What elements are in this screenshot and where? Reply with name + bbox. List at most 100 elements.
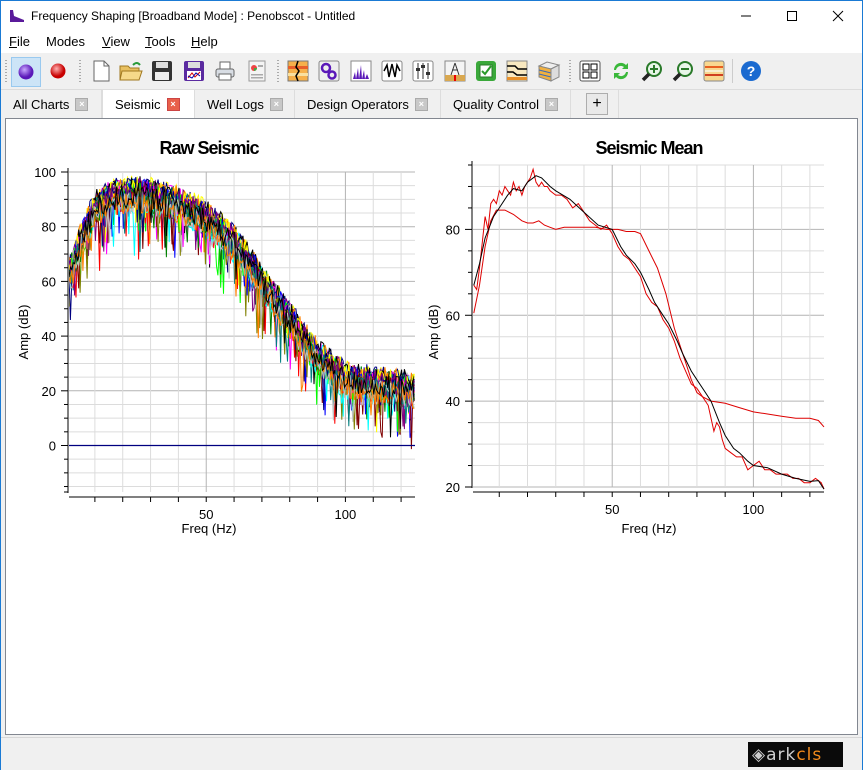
minimize-icon [741, 15, 751, 17]
chart-seismic-mean: 20 40 60 80 50 100 Seismic Mean Freq (Hz) Amp (d… [426, 138, 825, 536]
seismic-section-button[interactable] [285, 58, 311, 84]
x-axis-label: Freq (Hz) [622, 521, 677, 536]
toolbar-grip[interactable] [5, 60, 7, 82]
plot-area [473, 167, 825, 490]
print-icon [215, 61, 235, 81]
maximize-button[interactable] [769, 1, 815, 31]
menu-view[interactable]: View [102, 34, 130, 49]
tab-close-icon[interactable]: × [166, 98, 180, 111]
tab-label: Well Logs [207, 96, 264, 112]
close-button[interactable] [815, 1, 861, 31]
logo-prefix: ◈ark [752, 744, 797, 765]
menu-modes[interactable]: Modes [46, 34, 85, 49]
tab-close-icon[interactable]: × [544, 97, 558, 111]
refresh-icon [613, 62, 629, 80]
tab-seismic[interactable]: Seismic × [102, 89, 195, 119]
well-button[interactable] [442, 58, 468, 84]
save-icon [152, 61, 172, 81]
chart-raw-seismic: 0 20 40 60 80 100 50 100 Raw Seismic Freq (Hz) Amp… [16, 138, 415, 536]
zoom-in-icon [641, 61, 662, 82]
menu-bar: File Modes View Tools Help [1, 31, 862, 53]
y-tick-label: 60 [446, 308, 460, 323]
report-icon [248, 60, 266, 82]
toolbar-grip[interactable] [569, 60, 571, 82]
y-tick-label: 80 [42, 220, 56, 235]
status-bar [1, 737, 862, 770]
y-axis-label: Amp (dB) [16, 305, 31, 360]
zoom-out-icon [672, 61, 693, 82]
spectrum-button[interactable] [348, 58, 374, 84]
horizon-button[interactable] [504, 58, 530, 84]
close-icon [832, 10, 844, 22]
record-red-button[interactable] [45, 58, 71, 84]
menu-file[interactable]: File [9, 34, 30, 49]
open-folder-button[interactable] [118, 58, 144, 84]
y-tick-label: 100 [34, 165, 56, 180]
tab-close-icon[interactable]: × [269, 97, 283, 111]
gears-button[interactable] [316, 58, 342, 84]
equalizer-button[interactable] [410, 58, 436, 84]
y-tick-label: 40 [42, 329, 56, 344]
x-tick-label: 100 [335, 507, 357, 522]
menu-tools[interactable]: Tools [145, 34, 175, 49]
x-tick-label: 100 [743, 502, 765, 517]
seismic-section-icon [287, 60, 309, 82]
cube-icon [537, 61, 561, 82]
y-tick-label: 20 [42, 384, 56, 399]
color-bar-button[interactable] [701, 58, 727, 84]
title-bar: Frequency Shaping [Broadband Mode] : Pen… [1, 1, 862, 31]
checkbox-button[interactable] [473, 58, 499, 84]
chart-title: Raw Seismic [159, 138, 259, 158]
report-button[interactable] [244, 58, 270, 84]
wavelet-button[interactable] [379, 58, 405, 84]
tab-quality-control[interactable]: Quality Control × [441, 90, 571, 118]
new-document-button[interactable] [88, 58, 114, 84]
record-red-icon [50, 63, 66, 79]
save-button[interactable] [149, 58, 175, 84]
tab-design-operators[interactable]: Design Operators × [295, 90, 441, 118]
cube-button[interactable] [536, 58, 562, 84]
new-document-icon [93, 60, 110, 82]
grid-layout-icon [579, 60, 601, 82]
refresh-button[interactable] [608, 58, 634, 84]
save-chart-icon [184, 61, 204, 81]
y-tick-label: 60 [42, 274, 56, 289]
tab-well-logs[interactable]: Well Logs × [195, 90, 295, 118]
spectrum-icon [350, 60, 372, 82]
plot-area [69, 175, 415, 450]
maximize-icon [787, 11, 797, 21]
tab-label: Quality Control [453, 96, 539, 112]
app-window: Frequency Shaping [Broadband Mode] : Pen… [0, 0, 863, 770]
tab-all-charts[interactable]: All Charts × [1, 90, 102, 118]
tab-label: Design Operators [307, 96, 409, 112]
series-target [473, 209, 825, 428]
print-button[interactable] [212, 58, 238, 84]
tab-close-icon[interactable]: × [75, 97, 89, 111]
seismic-trace [69, 189, 415, 413]
grid-layout-button[interactable] [577, 58, 603, 84]
chart-title: Seismic Mean [595, 138, 702, 158]
menu-help[interactable]: Help [191, 34, 218, 49]
tab-label: All Charts [13, 96, 70, 112]
x-tick-label: 50 [605, 502, 619, 517]
horizon-icon [506, 60, 528, 82]
y-tick-label: 0 [49, 439, 56, 454]
tab-bar: All Charts × Seismic × Well Logs × Design O… [1, 89, 862, 119]
minimize-button[interactable] [723, 1, 769, 31]
add-tab-button[interactable]: + [586, 93, 608, 115]
help-button[interactable]: ? [738, 58, 764, 84]
zoom-out-button[interactable] [670, 58, 696, 84]
tab-close-icon[interactable]: × [414, 97, 428, 111]
toolbar-grip[interactable] [79, 60, 81, 82]
y-tick-label: 80 [446, 222, 460, 237]
y-axis-label: Amp (dB) [426, 305, 441, 360]
app-icon [10, 10, 24, 22]
well-icon [444, 60, 466, 82]
record-purple-button[interactable] [11, 57, 41, 87]
save-chart-button[interactable] [181, 58, 207, 84]
color-bar-icon [703, 60, 725, 82]
checkbox-icon [476, 61, 496, 81]
zoom-in-button[interactable] [639, 58, 665, 84]
toolbar-grip[interactable] [277, 60, 279, 82]
tab-label: Seismic [115, 97, 161, 112]
